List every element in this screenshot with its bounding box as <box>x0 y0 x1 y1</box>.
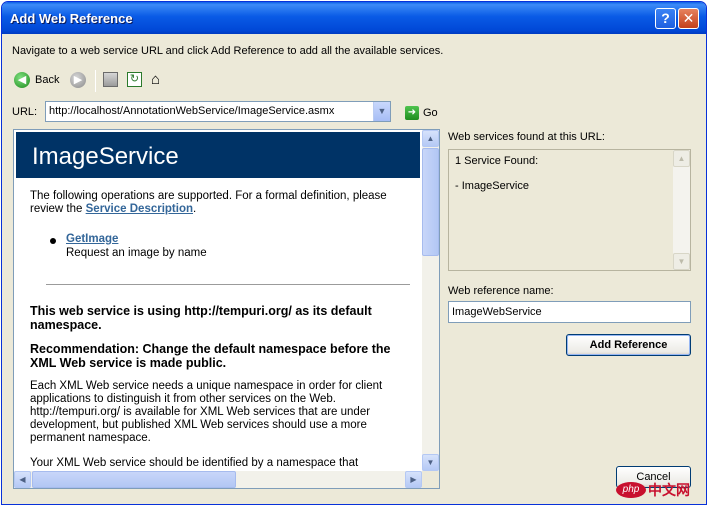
service-browser-pane[interactable]: ImageService The following operations ar… <box>13 129 440 489</box>
horizontal-scrollbar[interactable]: ◀ ▶ <box>14 471 422 488</box>
add-reference-button[interactable]: Add Reference <box>566 334 691 356</box>
namespace-heading: This web service is using http://tempuri… <box>30 304 372 332</box>
scroll-corner <box>422 471 439 488</box>
toolbar-separator <box>95 70 96 92</box>
service-item: - ImageService <box>455 180 529 192</box>
go-button[interactable]: ➜ Go <box>405 106 438 120</box>
title-bar: Add Web Reference ? ✕ <box>2 2 706 34</box>
back-label: Back <box>35 74 60 86</box>
vertical-scrollbar[interactable]: ▲ ▼ <box>422 130 439 471</box>
url-combobox[interactable]: http://localhost/AnnotationWebService/Im… <box>45 101 391 122</box>
navigation-toolbar: ◀ Back ▶ ↻ ⌂ <box>2 66 706 96</box>
site-watermark: php 中文网 <box>616 480 690 500</box>
intro-text: The following operations are supported. … <box>30 190 387 215</box>
bullet-icon <box>50 238 56 244</box>
scroll-down-icon[interactable]: ▼ <box>422 454 439 471</box>
watermark-text: 中文网 <box>648 482 690 498</box>
service-description-link[interactable]: Service Description <box>86 203 193 215</box>
web-reference-name-input[interactable]: ImageWebService <box>448 301 691 323</box>
home-icon: ⌂ <box>151 71 161 88</box>
intro-paragraph: The following operations are supported. … <box>30 190 414 216</box>
stop-button[interactable] <box>103 72 118 87</box>
scroll-down-icon: ▼ <box>673 253 690 270</box>
back-button[interactable]: ◀ Back <box>14 72 59 88</box>
operation-link-getimage[interactable]: GetImage <box>66 233 118 245</box>
back-arrow-icon: ◀ <box>14 72 30 88</box>
scroll-right-icon[interactable]: ▶ <box>405 471 422 488</box>
home-button[interactable]: ⌂ <box>151 72 166 87</box>
instruction-text: Navigate to a web service URL and click … <box>12 45 444 57</box>
service-header: ImageService <box>16 132 420 178</box>
browser-content: ImageService The following operations ar… <box>14 130 422 470</box>
url-label: URL: <box>12 106 38 118</box>
refresh-button[interactable]: ↻ <box>127 72 142 87</box>
recommendation-heading: Recommendation: Change the default names… <box>30 342 391 370</box>
operation-description: Request an image by name <box>66 247 207 259</box>
close-button[interactable]: ✕ <box>678 8 699 29</box>
services-found-list: 1 Service Found: - ImageService ▲ ▼ <box>448 149 691 271</box>
forward-button[interactable]: ▶ <box>70 72 86 88</box>
web-reference-name-label: Web reference name: <box>448 285 554 297</box>
service-count: 1 Service Found: <box>455 155 539 167</box>
services-found-label: Web services found at this URL: <box>448 131 605 143</box>
url-input[interactable]: http://localhost/AnnotationWebService/Im… <box>49 105 334 117</box>
vertical-scroll-thumb[interactable] <box>422 148 439 256</box>
add-web-reference-dialog: Add Web Reference ? ✕ Navigate to a web … <box>1 1 707 505</box>
chevron-down-icon[interactable]: ▼ <box>373 102 390 121</box>
scroll-up-icon: ▲ <box>673 150 690 167</box>
stop-icon <box>103 72 118 87</box>
scroll-up-icon[interactable]: ▲ <box>422 130 439 147</box>
scroll-left-icon[interactable]: ◀ <box>14 471 31 488</box>
window-title: Add Web Reference <box>10 11 133 26</box>
help-button[interactable]: ? <box>655 8 676 29</box>
refresh-icon: ↻ <box>127 72 142 87</box>
namespace-paragraph: Each XML Web service needs a unique name… <box>30 380 383 444</box>
identification-paragraph: Your XML Web service should be identifie… <box>30 457 359 469</box>
period: . <box>193 203 197 215</box>
divider <box>46 284 410 285</box>
watermark-logo: php <box>616 482 646 498</box>
service-title: ImageService <box>32 143 179 170</box>
go-label: Go <box>423 107 438 119</box>
services-scrollbar: ▲ ▼ <box>673 150 690 270</box>
forward-arrow-icon: ▶ <box>70 72 86 88</box>
go-arrow-icon: ➜ <box>405 106 419 120</box>
horizontal-scroll-thumb[interactable] <box>32 471 236 488</box>
